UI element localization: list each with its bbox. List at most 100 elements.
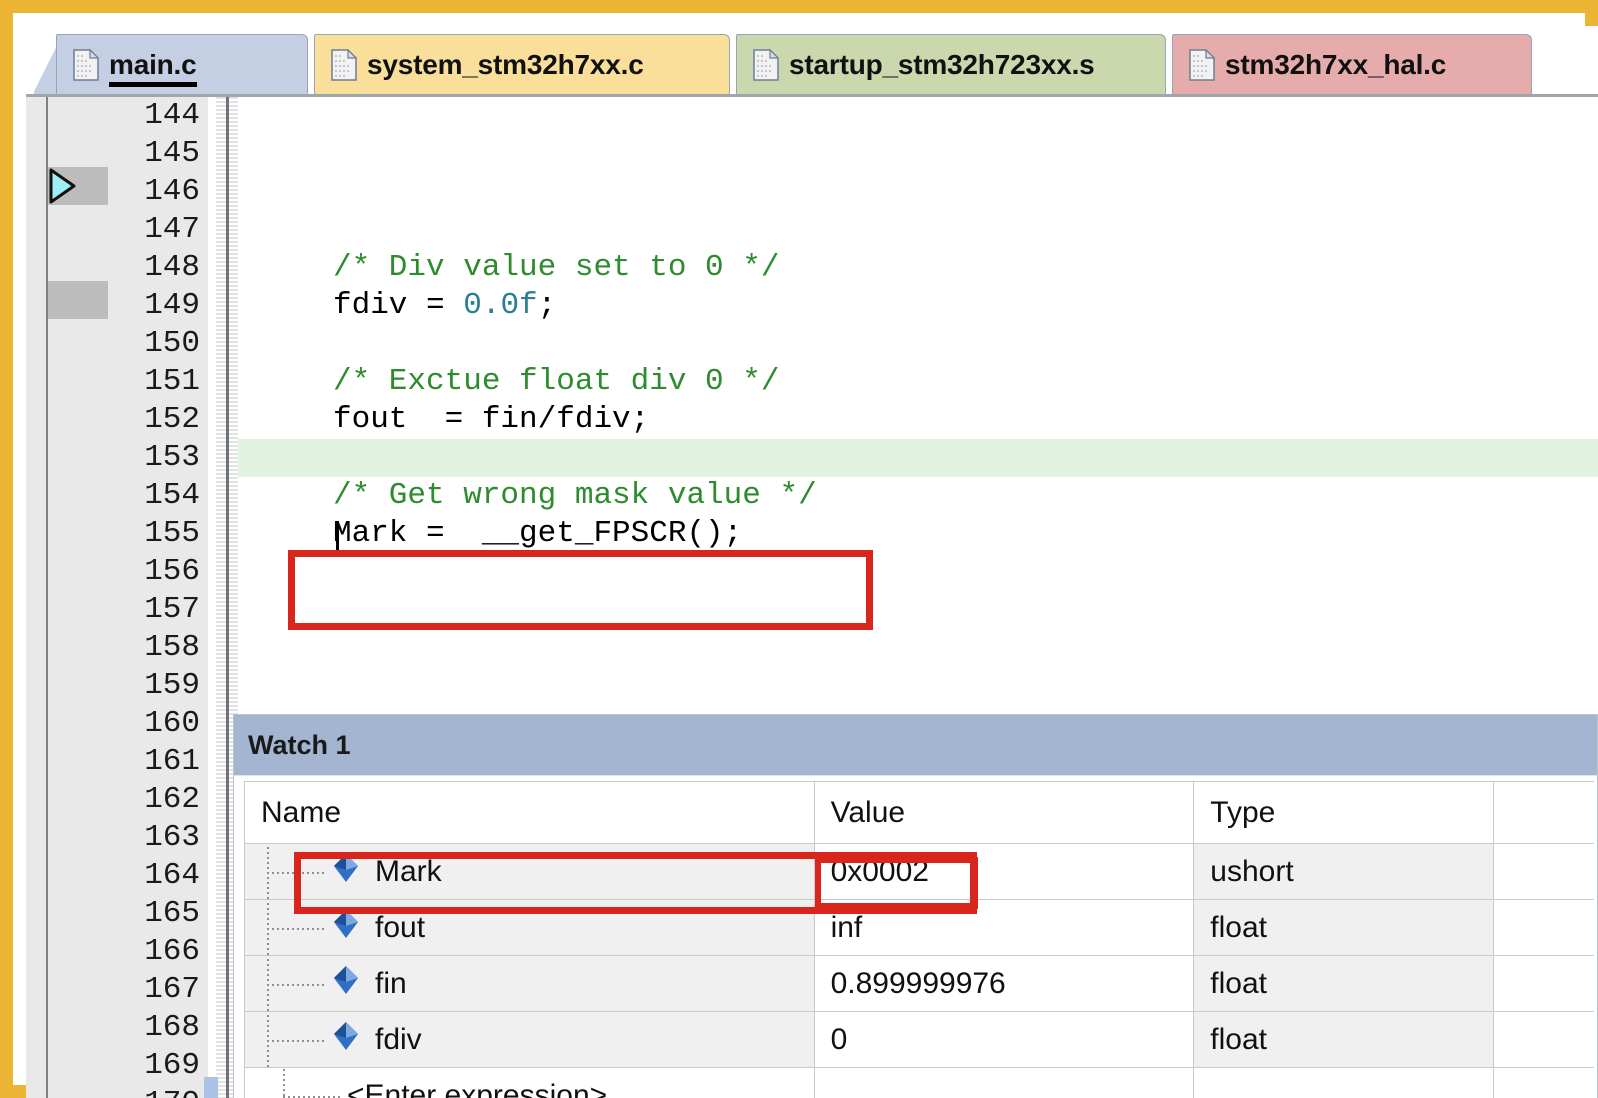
line-number: 164 — [144, 858, 200, 893]
tab-label: startup_stm32h723xx.s — [789, 48, 1095, 80]
line-number: 158 — [144, 630, 200, 665]
editor-line-numbers: 144 145 146 147 148 149 150 151 152 153 … — [108, 97, 208, 1098]
tab-label: stm32h7xx_hal.c — [1225, 48, 1447, 80]
line-number: 146 — [144, 174, 200, 209]
tab-startup-stm32h723xx-s[interactable]: startup_stm32h723xx.s — [736, 34, 1166, 94]
watch-name-cell-fin[interactable]: fin — [245, 956, 815, 1012]
line-number: 144 — [144, 98, 200, 133]
watch-type-cell-mark: ushort — [1194, 844, 1495, 900]
diamond-icon — [331, 964, 361, 1004]
column-header-value[interactable]: Value — [814, 782, 1195, 844]
line-number: 160 — [144, 706, 200, 741]
tab-label: main.c — [109, 49, 197, 87]
line-number: 157 — [144, 592, 200, 627]
diamond-icon — [331, 852, 361, 892]
marker-block-line-149[interactable] — [48, 281, 108, 319]
watch-name-cell-mark[interactable]: Mark — [245, 844, 815, 900]
line-number: 170 — [108, 1085, 200, 1098]
watch-type-cell-fdiv: float — [1194, 1012, 1495, 1068]
line-number: 161 — [144, 744, 200, 779]
tab-system-stm32h7xx-c[interactable]: system_stm32h7xx.c — [314, 34, 730, 94]
tree-connector — [245, 844, 331, 899]
line-number: 165 — [144, 896, 200, 931]
line-number: 166 — [144, 934, 200, 969]
code-token-fdiv: fdiv = — [333, 288, 464, 323]
line-number: 145 — [144, 136, 200, 171]
tab-main-c[interactable]: main.c — [56, 34, 308, 94]
line-number: 147 — [144, 212, 200, 247]
file-icon — [1189, 48, 1215, 81]
code-line-comment-div-value: /* Div value set to 0 */ — [333, 250, 780, 285]
code-token-zero-float: 0.0f — [463, 288, 538, 323]
watch-type-cell-fin: float — [1194, 956, 1495, 1012]
watch-enter-expression-type — [1194, 1068, 1495, 1098]
watch-enter-expression-row[interactable]: <Enter expression> — [245, 1068, 1594, 1098]
watch-row-spacer — [1494, 900, 1594, 956]
enter-expression-label: <Enter expression> — [347, 1078, 608, 1098]
line-number: 162 — [144, 782, 200, 817]
watch-row-spacer — [1494, 1068, 1594, 1098]
tree-connector — [245, 1012, 331, 1067]
watch-window-title: Watch 1 — [234, 715, 1597, 776]
watch-name-cell-fdiv[interactable]: fdiv — [245, 1012, 815, 1068]
line-number: 163 — [144, 820, 200, 855]
watch-variable-name: fdiv — [375, 1022, 422, 1056]
table-row[interactable]: fin 0.899999976 float — [245, 956, 1594, 1012]
code-line-fdiv-assign: fdiv = 0.0f; — [333, 288, 557, 323]
line-number: 169 — [144, 1048, 200, 1083]
tree-connector — [261, 1068, 347, 1098]
execution-pointer-arrow-icon — [48, 167, 84, 205]
line-number: 152 — [144, 402, 200, 437]
tree-connector — [245, 900, 331, 955]
watch-value-cell-fdiv[interactable]: 0 — [814, 1012, 1195, 1068]
line-number: 155 — [144, 516, 200, 551]
line-number: 153 — [144, 440, 200, 475]
line-number: 149 — [144, 288, 200, 323]
editor-gutter-strip — [26, 97, 48, 1098]
line-number: 151 — [144, 364, 200, 399]
line-number: 150 — [144, 326, 200, 361]
file-icon — [753, 48, 779, 81]
column-header-type[interactable]: Type — [1194, 782, 1495, 844]
code-line-comment-exctue: /* Exctue float div 0 */ — [333, 364, 780, 399]
watch-enter-expression-cell[interactable]: <Enter expression> — [245, 1068, 815, 1098]
tree-connector — [245, 956, 331, 1011]
editor-breakpoint-margin[interactable] — [48, 97, 108, 1098]
line-number: 154 — [144, 478, 200, 513]
watch-table-header-row: Name Value Type — [245, 782, 1594, 844]
app-window: main.c system_stm32h7xx.c startup_stm32h… — [0, 0, 1598, 1098]
watch-table[interactable]: Name Value Type Mark 0x0002 ushort fout … — [244, 781, 1594, 1098]
line-number: 156 — [144, 554, 200, 589]
watch-variable-name: fin — [375, 966, 407, 1000]
watch-variable-name: Mark — [375, 854, 442, 888]
column-header-name[interactable]: Name — [245, 782, 815, 844]
code-line-fout-assign: fout = fin/fdiv; — [333, 402, 650, 437]
watch-value-cell-fin[interactable]: 0.899999976 — [814, 956, 1195, 1012]
line-number: 159 — [144, 668, 200, 703]
tab-label: system_stm32h7xx.c — [367, 48, 644, 80]
file-icon — [331, 48, 357, 81]
watch-row-spacer — [1494, 844, 1594, 900]
column-header-spacer — [1494, 782, 1594, 844]
watch-enter-expression-value[interactable] — [815, 1068, 1195, 1098]
watch-row-spacer — [1494, 1012, 1594, 1068]
watch-variable-name: fout — [375, 910, 426, 944]
tab-stm32h7xx-hal-c[interactable]: stm32h7xx_hal.c — [1172, 34, 1532, 94]
annotation-highlight-mark-value — [815, 857, 978, 909]
line-number: 168 — [144, 1010, 200, 1045]
watch-name-cell-fout[interactable]: fout — [245, 900, 815, 956]
table-row[interactable]: fdiv 0 float — [245, 1012, 1594, 1068]
source-editor[interactable]: 144 145 146 147 148 149 150 151 152 153 … — [26, 94, 1598, 1098]
text-caret — [336, 521, 339, 557]
editor-tab-bar: main.c system_stm32h7xx.c startup_stm32h… — [26, 26, 1598, 95]
code-line-mark-assign: Mark = __get_FPSCR(); — [333, 516, 743, 551]
editor-vertical-scrollbar[interactable] — [204, 1077, 218, 1098]
watch-type-cell-fout: float — [1194, 900, 1495, 956]
